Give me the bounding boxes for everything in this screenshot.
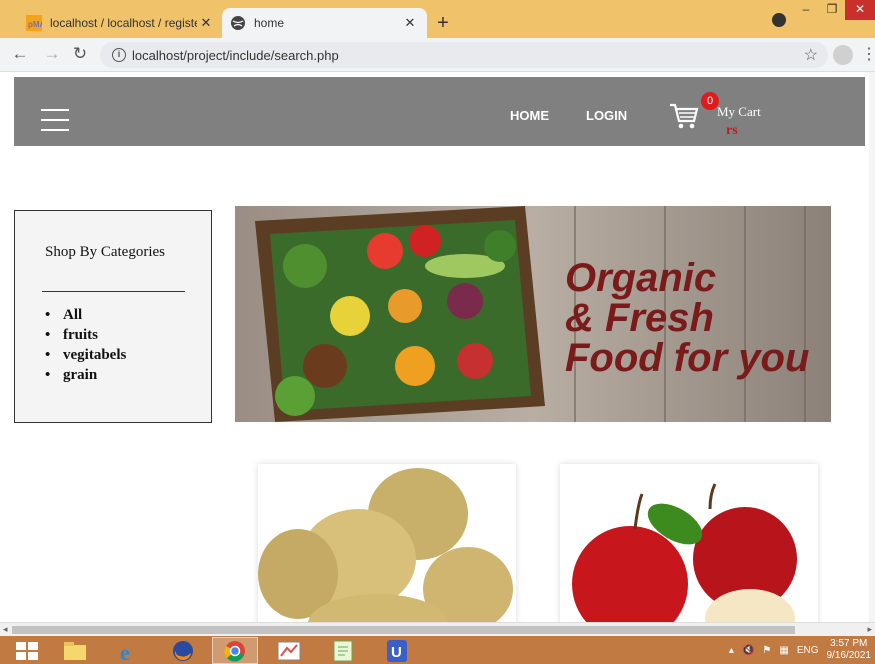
- extension-icon[interactable]: [772, 13, 786, 27]
- system-tray: ▴ 🔇 ⚑ ▦ ENG 3:57 PM 9/16/2021: [729, 636, 875, 664]
- back-icon[interactable]: ←: [10, 44, 30, 64]
- product-card[interactable]: [258, 464, 516, 622]
- banner-headline: Organic & Fresh Food for you: [565, 256, 810, 380]
- system-clock[interactable]: 3:57 PM 9/16/2021: [827, 638, 872, 662]
- scrollbar-thumb[interactable]: [12, 626, 795, 634]
- category-link-grain[interactable]: grain: [45, 365, 126, 385]
- site-navbar: HOME LOGIN 0 My Cart rs: [14, 77, 865, 146]
- windows-start-icon[interactable]: [16, 642, 38, 660]
- language-indicator[interactable]: ENG: [797, 645, 819, 656]
- horizontal-scrollbar[interactable]: ◂ ▸: [0, 622, 875, 636]
- phpmyadmin-icon: pMA: [26, 15, 42, 31]
- firefox-icon[interactable]: [160, 637, 206, 664]
- browser-toolbar: ← → ↻ i localhost/project/include/search…: [0, 38, 875, 72]
- internet-explorer-icon[interactable]: e: [106, 637, 152, 664]
- close-tab-icon[interactable]: ✕: [401, 15, 419, 31]
- page-viewport: HOME LOGIN 0 My Cart rs Shop By Categori…: [0, 72, 875, 622]
- cart-price: rs: [726, 123, 738, 138]
- network-icon[interactable]: ▦: [779, 645, 788, 656]
- new-tab-button[interactable]: +: [432, 12, 454, 35]
- vertical-scrollbar[interactable]: [869, 72, 875, 622]
- account-avatar[interactable]: [833, 45, 853, 65]
- chrome-icon[interactable]: [212, 637, 258, 664]
- svg-text:U: U: [391, 644, 402, 661]
- potatoes-image: [258, 468, 513, 622]
- category-link-all[interactable]: All: [45, 305, 126, 325]
- nav-home-link[interactable]: HOME: [510, 108, 549, 123]
- scroll-right-arrow[interactable]: ▸: [867, 624, 872, 635]
- close-window-button[interactable]: ✕: [845, 0, 875, 20]
- menu-kebab-icon[interactable]: ⋮: [861, 44, 875, 64]
- tab-phpmyadmin[interactable]: pMA localhost / localhost / register / u…: [18, 8, 223, 38]
- show-hidden-icons[interactable]: ▴: [729, 645, 734, 656]
- shopping-cart-icon[interactable]: [669, 101, 699, 131]
- window-controls: – ❐ ✕: [793, 0, 875, 22]
- url-text: localhost/project/include/search.php: [132, 47, 339, 63]
- hamburger-menu-icon[interactable]: [41, 109, 69, 131]
- cart-label[interactable]: My Cart: [717, 104, 761, 120]
- reload-icon[interactable]: ↻: [70, 44, 90, 64]
- action-center-flag-icon[interactable]: ⚑: [762, 645, 771, 656]
- tab-home[interactable]: home ✕: [222, 8, 427, 38]
- minimize-button[interactable]: –: [793, 0, 819, 20]
- bookmark-star-icon[interactable]: ☆: [804, 45, 818, 65]
- notepad-icon[interactable]: [320, 637, 366, 664]
- file-explorer-icon[interactable]: [52, 637, 98, 664]
- close-tab-icon[interactable]: ✕: [197, 15, 215, 31]
- volume-muted-icon[interactable]: 🔇: [742, 645, 754, 656]
- tab-title: home: [254, 16, 285, 30]
- svg-text:e: e: [120, 640, 130, 663]
- product-card[interactable]: [560, 464, 818, 622]
- browser-tabstrip: pMA localhost / localhost / register / u…: [0, 0, 875, 38]
- nav-login-link[interactable]: LOGIN: [586, 108, 627, 123]
- apples-image: [572, 483, 797, 622]
- category-link-vegitabels[interactable]: vegitabels: [45, 345, 126, 365]
- divider: [42, 291, 185, 292]
- uc-browser-icon[interactable]: U: [374, 637, 420, 664]
- paint-icon[interactable]: [266, 637, 312, 664]
- categories-panel: Shop By Categories All fruits vegitabels…: [14, 210, 212, 423]
- category-list: All fruits vegitabels grain: [45, 305, 126, 385]
- globe-icon: [231, 16, 245, 30]
- tab-title: localhost / localhost / register / u: [50, 16, 197, 30]
- svg-text:pMA: pMA: [28, 20, 42, 29]
- info-icon[interactable]: i: [112, 48, 126, 62]
- restore-button[interactable]: ❐: [819, 0, 845, 20]
- hero-banner: Organic & Fresh Food for you: [235, 206, 831, 422]
- category-link-fruits[interactable]: fruits: [45, 325, 126, 345]
- address-bar[interactable]: i localhost/project/include/search.php ☆: [100, 42, 828, 68]
- windows-taskbar: e U ▴ 🔇 ⚑ ▦ ENG 3:57 PM 9/16/2021: [0, 636, 875, 664]
- scroll-left-arrow[interactable]: ◂: [3, 624, 8, 635]
- forward-icon[interactable]: →: [42, 44, 62, 64]
- categories-title: Shop By Categories: [45, 244, 165, 260]
